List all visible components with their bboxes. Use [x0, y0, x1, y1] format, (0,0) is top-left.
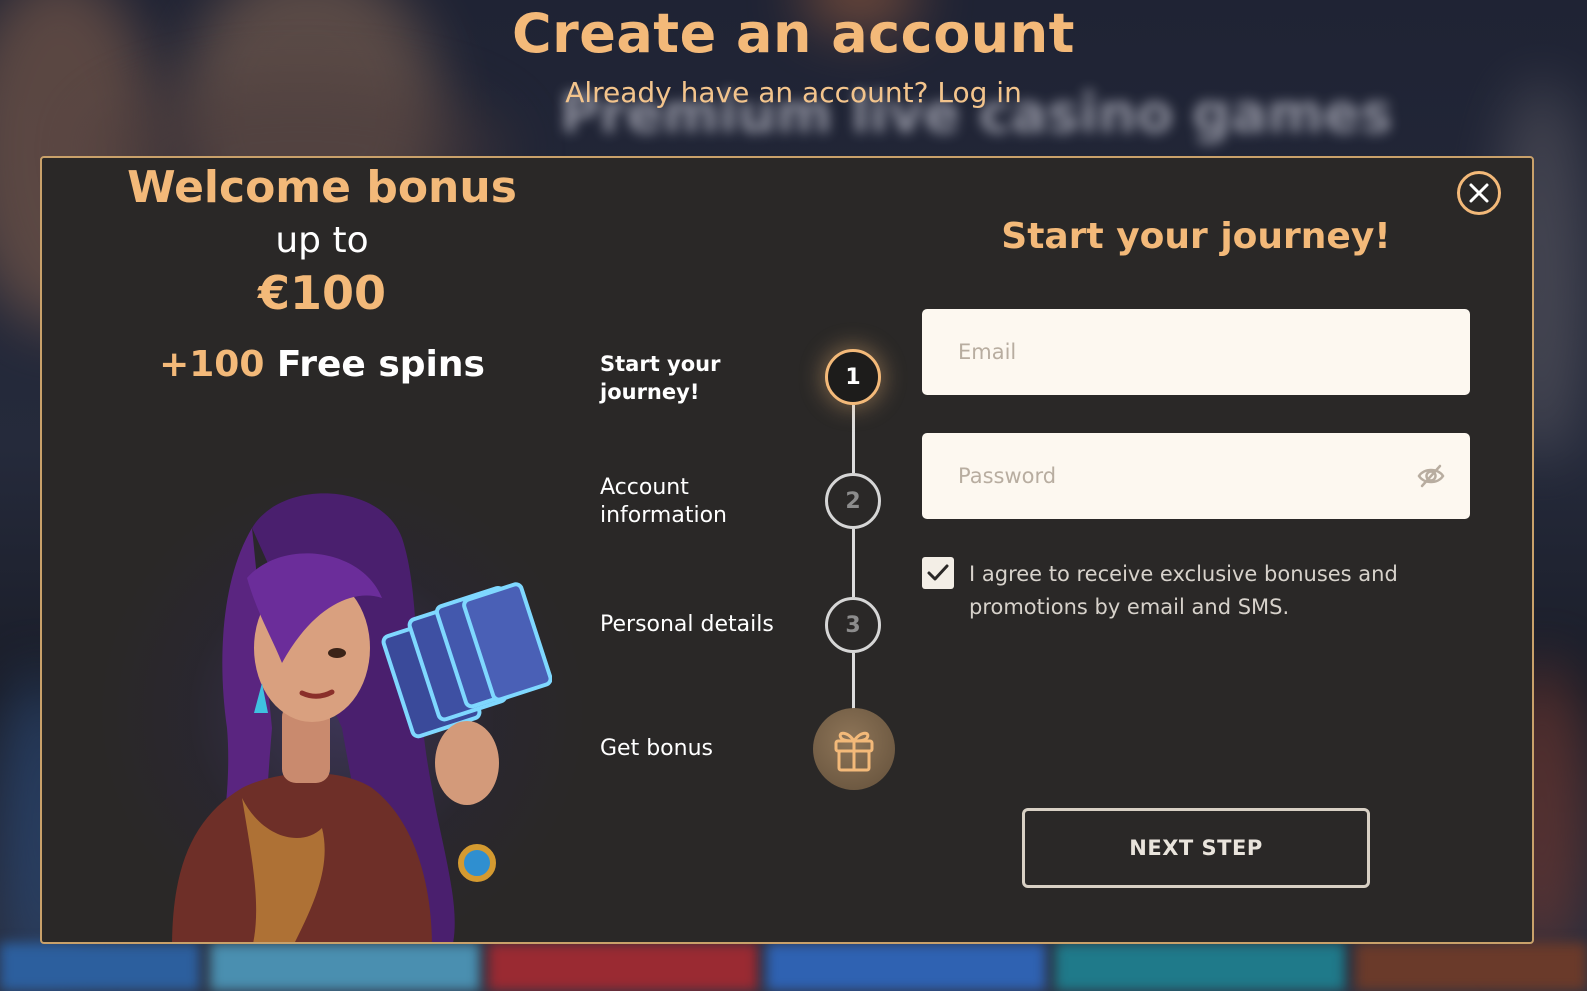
login-link[interactable]: Log in: [937, 76, 1021, 109]
eye-off-icon[interactable]: [1416, 462, 1446, 490]
step-connector: [852, 529, 855, 597]
signup-modal: Welcome bonus up to €100 +100 Free spins: [40, 156, 1534, 944]
step-2-indicator: 2: [825, 473, 881, 529]
bonus-title: Welcome bonus: [127, 162, 517, 213]
welcome-bonus-panel: Welcome bonus up to €100 +100 Free spins: [42, 158, 602, 942]
step-label-bonus: Get bonus: [600, 736, 713, 761]
password-field[interactable]: [922, 433, 1470, 519]
step-connector: [852, 653, 855, 711]
bonus-amount: €100: [257, 266, 387, 320]
step-label-account: Account information: [600, 475, 727, 528]
step-1-indicator: 1: [825, 349, 881, 405]
background-game-tile: [1355, 943, 1587, 991]
step-label-personal: Personal details: [600, 612, 774, 637]
consent-checkbox[interactable]: [922, 557, 954, 589]
checkmark-icon: [927, 564, 949, 581]
bonus-free-spins: +100 Free spins: [42, 344, 602, 385]
consent-label: I agree to receive exclusive bonuses and…: [969, 562, 1398, 619]
background-game-tile: [766, 943, 1046, 991]
step-connector: [852, 405, 855, 473]
form-title: Start your journey!: [1001, 216, 1391, 257]
gift-icon: [834, 731, 874, 772]
login-prompt: Already have an account? Log in: [0, 76, 1587, 109]
bonus-character-illustration: [172, 493, 552, 942]
next-step-button[interactable]: NEXT STEP: [1022, 808, 1370, 888]
free-spins-label: Free spins: [276, 344, 485, 385]
login-prompt-text: Already have an account?: [565, 76, 929, 109]
close-icon: [1469, 183, 1489, 203]
email-field[interactable]: [922, 309, 1470, 395]
step-4-indicator: [813, 708, 895, 790]
background-game-tile: [0, 943, 200, 991]
step-3-indicator: 3: [825, 597, 881, 653]
free-spins-count: +100: [159, 344, 265, 385]
step-label-start: Start your journey!: [600, 352, 721, 404]
close-button[interactable]: [1457, 171, 1501, 215]
page-title: Create an account: [511, 2, 1075, 65]
password-field-wrapper: [922, 433, 1470, 519]
background-game-tile: [488, 943, 758, 991]
background-game-tile: [210, 943, 480, 991]
background-game-tile: [1055, 943, 1345, 991]
bonus-up-to: up to: [275, 220, 369, 261]
